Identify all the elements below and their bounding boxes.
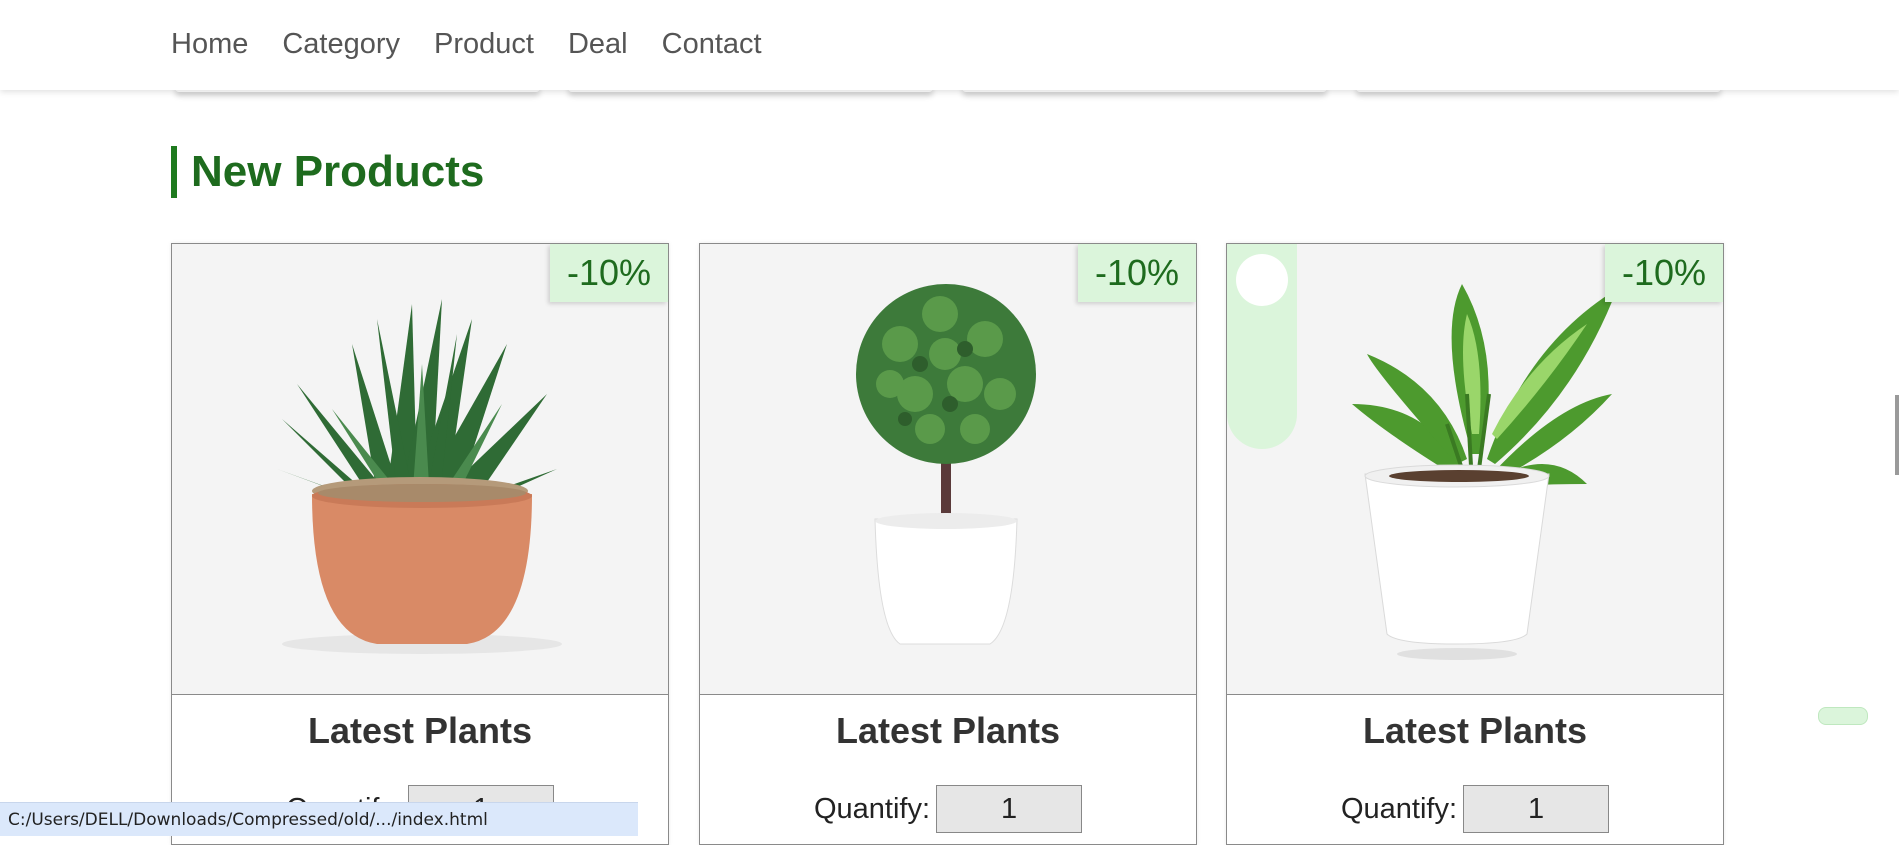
quantity-row: Quantify: bbox=[700, 785, 1196, 833]
quantity-label: Quantify: bbox=[813, 792, 931, 825]
product-title: Latest Plants bbox=[1362, 710, 1588, 751]
top-navbar: Home Category Product Deal Contact bbox=[0, 0, 1899, 90]
dieffenbachia-plant-image bbox=[1352, 284, 1617, 660]
succulent-plant-image bbox=[277, 299, 562, 654]
nav-link-category[interactable]: Category bbox=[282, 28, 400, 61]
discount-badge: -10% bbox=[1605, 244, 1723, 302]
product-image[interactable] bbox=[700, 244, 1196, 695]
nav-link-product[interactable]: Product bbox=[434, 28, 534, 61]
product-image[interactable] bbox=[1227, 244, 1723, 695]
scrollbar-thumb[interactable] bbox=[1895, 395, 1899, 475]
nav-link-deal[interactable]: Deal bbox=[568, 28, 628, 61]
quantity-input[interactable] bbox=[1463, 785, 1610, 833]
quantity-input[interactable] bbox=[936, 785, 1083, 833]
pill-dot bbox=[1236, 254, 1288, 306]
nav-link-contact[interactable]: Contact bbox=[662, 28, 762, 61]
side-pill-toggle[interactable] bbox=[1227, 244, 1297, 449]
status-bar-url: C:/Users/DELL/Downloads/Compressed/old/.… bbox=[0, 802, 638, 836]
section-title: New Products bbox=[171, 146, 484, 198]
topiary-plant-image bbox=[856, 284, 1036, 645]
product-image[interactable] bbox=[172, 244, 668, 695]
quantity-row: Quantify: bbox=[1227, 785, 1723, 833]
product-card[interactable]: -10% Latest Plants Quantify: bbox=[171, 243, 669, 845]
product-title: Latest Plants bbox=[835, 710, 1061, 751]
quantity-label: Quantify: bbox=[1340, 792, 1458, 825]
nav-link-home[interactable]: Home bbox=[171, 28, 248, 61]
product-title: Latest Plants bbox=[307, 710, 533, 751]
floating-button[interactable] bbox=[1818, 707, 1868, 725]
nav-links: Home Category Product Deal Contact bbox=[171, 0, 762, 88]
discount-badge: -10% bbox=[1078, 244, 1196, 302]
discount-badge: -10% bbox=[550, 244, 668, 302]
product-card[interactable]: -10% Latest Plants Quantify: bbox=[1226, 243, 1724, 845]
product-card[interactable]: -10% Latest Plants Quantify: bbox=[699, 243, 1197, 845]
